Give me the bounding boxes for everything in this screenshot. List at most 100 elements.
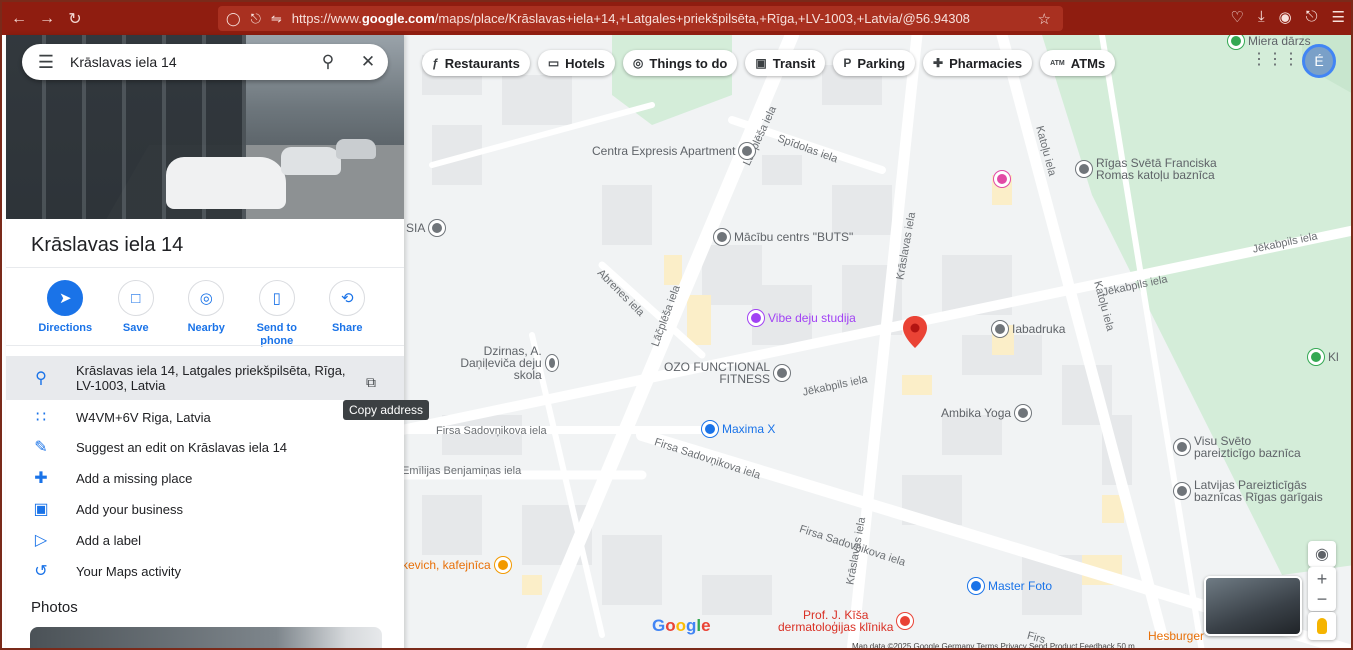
action-label-line: Send to	[256, 322, 297, 334]
permissions-icon[interactable]: ⇋	[271, 11, 282, 27]
download-icon[interactable]: ⤓	[1258, 8, 1265, 26]
poi-macibu-centrs[interactable]: Mācību centrs "BUTS"	[710, 229, 853, 245]
menu-icon[interactable]: ☰	[1332, 8, 1345, 26]
chip-atms[interactable]: ATM ATMs	[1040, 50, 1116, 76]
forward-icon[interactable]: →	[36, 8, 58, 30]
poi-miera-darzs[interactable]: Miera dārzs	[1224, 35, 1311, 49]
send-to-phone-icon: ▯	[258, 280, 295, 316]
poi-kisa-klinika[interactable]: Prof. J. Kīša dermatoloģijas klīnika	[778, 609, 917, 633]
photos-thumbnail[interactable]	[30, 627, 382, 648]
address-line: Krāslavas iela 14, Latgales priekšpilsēt…	[76, 363, 346, 378]
poi-centra-expresis[interactable]: Centra Expresis Apartment	[592, 143, 759, 159]
reload-icon[interactable]: ↻	[64, 8, 86, 30]
poi-label: dermatoloģijas klīnika	[778, 620, 894, 634]
poi-sia[interactable]: SIA	[406, 220, 449, 236]
poi-label: baznīcas Rīgas garīgais	[1194, 490, 1323, 504]
save-button[interactable]: □ Save	[101, 280, 172, 348]
chip-transit[interactable]: ▣ Transit	[745, 50, 826, 76]
share-button[interactable]: ⟲ Share	[312, 280, 383, 348]
place-icon	[992, 321, 1008, 337]
extensions-icon[interactable]: ⎋	[1306, 8, 1318, 26]
place-sidebar: ☰ Krāslavas iela 14 ⚲ ✕ Krāslavas iela 1…	[6, 35, 404, 648]
pegman-icon[interactable]	[1308, 612, 1336, 640]
poi-maxima-x[interactable]: Maxima X	[698, 421, 775, 437]
poi-iabadruka[interactable]: Iabadruka	[988, 321, 1065, 337]
pocket-icon[interactable]: ♡	[1230, 8, 1243, 26]
maps-activity-row[interactable]: ↺ Your Maps activity	[6, 559, 404, 583]
poi-kafejnica[interactable]: kevich, kafejnīca	[402, 557, 515, 573]
camera-icon: ◎	[632, 56, 644, 70]
parking-icon: P	[843, 56, 852, 70]
copy-icon[interactable]: ⧉	[362, 373, 380, 391]
action-label: Directions	[38, 322, 93, 334]
search-icon[interactable]: ⚲	[308, 52, 348, 72]
add-business-row[interactable]: ▣ Add your business	[6, 497, 404, 521]
poi-ambika-yoga[interactable]: Ambika Yoga	[941, 405, 1035, 421]
zoom-controls: + −	[1308, 567, 1336, 611]
zoom-in-button[interactable]: +	[1317, 569, 1328, 589]
add-missing-place-row[interactable]: ✚ Add a missing place	[6, 466, 404, 490]
park-icon	[1308, 349, 1324, 365]
browser-toolbar: ← → ↻ ◯ ⎋ ⇋ https://www.google.com/maps/…	[2, 2, 1351, 35]
poi-rigas-franciska[interactable]: Rīgas Svētā Franciska Romas katoļu baznīc…	[1072, 157, 1217, 181]
chip-restaurants[interactable]: ƒ Restaurants	[422, 50, 530, 76]
url-text[interactable]: https://www.google.com/maps/place/Krāsla…	[292, 11, 1032, 26]
add-label-row[interactable]: ▷ Add a label	[6, 528, 404, 552]
dance-icon	[748, 310, 764, 326]
map-canvas[interactable]: Lāčplēša iela Lāčplēša iela Spīdolas iel…	[402, 35, 1351, 648]
url-path: /maps/place/Krāslavas+iela+14,+Latgales+…	[434, 11, 970, 26]
google-apps-icon[interactable]: ⋮⋮⋮	[1251, 48, 1299, 70]
directions-button[interactable]: ➤ Directions	[30, 280, 101, 348]
poi-dzirnas[interactable]: Dzirnas, A. Daņiļeviča deju skola	[432, 345, 562, 381]
search-box[interactable]: ☰ Krāslavas iela 14 ⚲ ✕	[22, 44, 388, 80]
url-bar[interactable]: ◯ ⎋ ⇋ https://www.google.com/maps/place/…	[218, 6, 1063, 31]
share-icon: ⟲	[329, 280, 366, 316]
lock-icon[interactable]: ⎋	[251, 11, 261, 27]
avatar[interactable]: É	[1302, 44, 1336, 78]
add-business-icon: ▣	[33, 501, 49, 518]
poi-hesburger[interactable]: Hesburger	[1148, 629, 1204, 643]
page-title: Krāslavas iela 14	[31, 234, 184, 256]
chip-label: Transit	[772, 55, 816, 71]
school-icon	[714, 229, 730, 245]
poi-label: pareizticīgo baznīca	[1194, 446, 1301, 460]
account-icon[interactable]: ◉	[1279, 8, 1292, 26]
back-icon[interactable]: ←	[8, 8, 30, 30]
plus-code-text: W4VM+6V Riga, Latvia	[76, 409, 211, 425]
chip-parking[interactable]: P Parking	[833, 50, 916, 76]
street-view-thumbnail[interactable]	[1204, 576, 1302, 636]
poi-master-foto[interactable]: Master Foto	[964, 578, 1052, 594]
poi-latvijas-pareizticigas[interactable]: Latvijas Pareizticīgās baznīcas Rīgas gar…	[1170, 479, 1323, 503]
address-row[interactable]: ⚲ Krāslavas iela 14, Latgales priekšpils…	[6, 356, 404, 400]
map-attribution[interactable]: Map data ©2025 Google Germany Terms Priv…	[852, 642, 1135, 648]
poi-label: Mācību centrs "BUTS"	[734, 230, 854, 244]
suggest-edit-row[interactable]: ✎ Suggest an edit on Krāslavas iela 14	[6, 435, 404, 459]
pharmacy-icon: ✚	[933, 56, 944, 70]
hamburger-menu-icon[interactable]: ☰	[22, 52, 70, 73]
action-label: Save	[122, 322, 149, 334]
star-icon[interactable]: ☆	[1038, 10, 1051, 28]
label-icon: ▷	[34, 532, 48, 549]
poi-ozo-fitness[interactable]: OZO FUNCTIONAL FITNESS	[664, 361, 794, 385]
poi-visu-sveto[interactable]: Visu Svēto pareizticīgo baznīca	[1170, 435, 1301, 459]
poi-hotel-pink[interactable]	[990, 171, 1014, 187]
chip-pharmacies[interactable]: ✚ Pharmacies	[923, 50, 1033, 76]
send-to-phone-button[interactable]: ▯ Send to phone	[242, 280, 313, 348]
nearby-button[interactable]: ◎ Nearby	[171, 280, 242, 348]
poi-kl[interactable]: Kl	[1304, 349, 1339, 365]
address-text: Krāslavas iela 14, Latgales priekšpilsēt…	[76, 363, 346, 393]
close-icon[interactable]: ✕	[348, 52, 388, 72]
chip-hotels[interactable]: ▭ Hotels	[537, 50, 615, 76]
zoom-out-button[interactable]: −	[1317, 589, 1328, 609]
search-input[interactable]: Krāslavas iela 14	[70, 54, 308, 70]
location-pin-outline-icon: ⚲	[35, 370, 47, 387]
chip-things-to-do[interactable]: ◎ Things to do	[622, 50, 738, 76]
add-missing-place-text: Add a missing place	[76, 470, 193, 486]
shield-icon[interactable]: ◯	[226, 11, 241, 27]
street-label: Emīlijas Benjamiņas iela	[402, 465, 522, 477]
poi-vibe-deju-studija[interactable]: Vibe deju studija	[744, 310, 856, 326]
my-location-icon[interactable]: ◉	[1308, 541, 1336, 567]
poi-label: kevich, kafejnīca	[402, 558, 491, 572]
location-pin-icon[interactable]	[902, 316, 928, 348]
church-icon	[1076, 161, 1092, 177]
